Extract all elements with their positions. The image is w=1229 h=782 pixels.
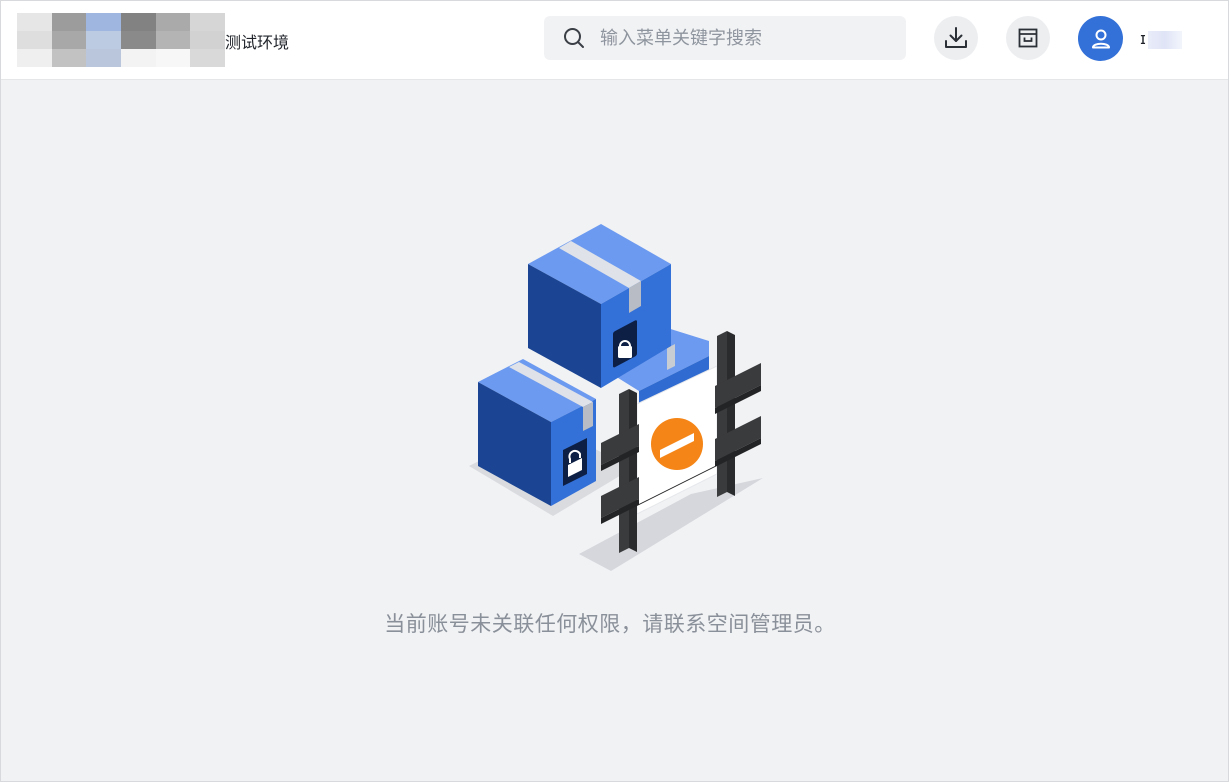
user-name-text: ɪ (1140, 29, 1146, 48)
archive-icon (1018, 28, 1038, 48)
no-permission-illustration (469, 224, 763, 571)
top-header: 测试环境 输入菜单关键字搜索 ɪ (1, 1, 1228, 80)
blurred-logo[interactable] (17, 13, 225, 67)
archive-button[interactable] (1006, 16, 1050, 60)
search-icon (564, 28, 584, 48)
download-icon (945, 27, 967, 48)
search-input[interactable] (600, 24, 890, 52)
user-name[interactable]: ɪ (1140, 29, 1182, 51)
user-name-blur (1148, 31, 1182, 49)
user-avatar[interactable] (1078, 16, 1123, 61)
user-icon (1091, 29, 1110, 48)
download-button[interactable] (934, 16, 978, 60)
empty-state-message: 当前账号未关联任何权限，请联系空间管理员。 (384, 612, 836, 636)
environment-name: 测试环境 (225, 33, 290, 52)
menu-search-box[interactable] (544, 16, 906, 60)
app-window: 测试环境 输入菜单关键字搜索 ɪ 当前账号未关联任何权限，请联系空间管理员。 (0, 0, 1229, 782)
